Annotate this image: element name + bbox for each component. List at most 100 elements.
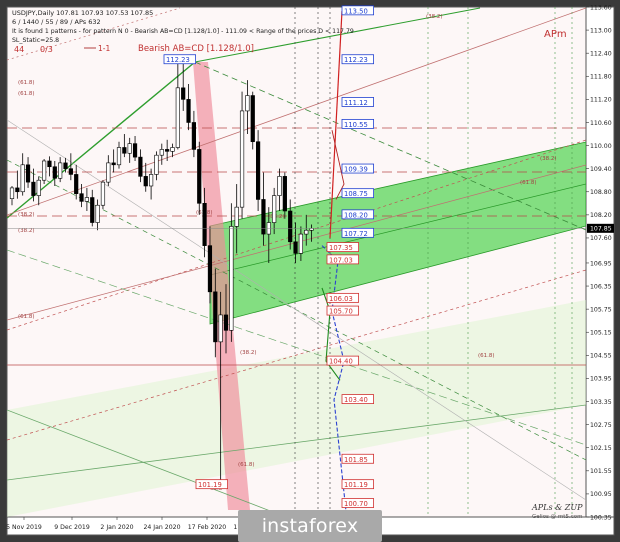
- signature-line-2: Gelios @ mt5.com: [532, 514, 582, 520]
- candle-body-45: [250, 95, 255, 143]
- candle-body-11: [68, 168, 73, 175]
- chart-frame: (61.8) (61.8) (38.2) (38.2) (61.8) (61.8) (38.…: [0, 0, 620, 542]
- header-line-3: It is found 1 patterns - for pattern N 0…: [12, 28, 354, 35]
- header-line-2: 6 / 1440 / 55 / 89 / APs 632: [12, 18, 101, 26]
- candle-body-4: [31, 181, 36, 196]
- y-tick-label-19: 102.15: [590, 445, 612, 452]
- candle-body-52: [288, 210, 293, 243]
- candle-body-6: [41, 160, 47, 181]
- y-tick-label-12: 106.35: [590, 283, 612, 290]
- fib-label-11: (61.8): [520, 180, 537, 186]
- y-tick-label-2: 112.40: [590, 50, 612, 57]
- y-tick-label-18: 102.75: [590, 422, 612, 429]
- y-tick-label-21: 100.95: [590, 491, 612, 498]
- candle-body-40: [223, 314, 229, 331]
- y-tick-label-11: 106.95: [590, 260, 612, 267]
- red-level-label-4: 104.40: [329, 358, 353, 366]
- candle-body-17: [100, 181, 106, 206]
- fib-label-0: (61.8): [18, 80, 35, 86]
- watermark-badge: instaforex: [238, 510, 382, 542]
- candle-body-34: [191, 122, 197, 150]
- candle-body-7: [47, 160, 52, 168]
- x-tick-label-3: 24 Jan 2020: [143, 524, 180, 531]
- candle-body-23: [132, 143, 138, 158]
- fib-label-4: (61.8): [18, 314, 35, 320]
- legend-line-label: 1-1: [98, 44, 110, 53]
- candle-body-55: [304, 229, 309, 235]
- y-tick-label-3: 111.80: [590, 74, 612, 81]
- candle-body-37: [207, 245, 213, 293]
- red-level-label-1: 107.03: [329, 256, 353, 264]
- candle-body-39: [218, 314, 223, 343]
- peak-level-label: 112.23: [166, 56, 190, 64]
- fib-label-6: (38.2): [268, 214, 285, 220]
- candle-body-46: [255, 141, 261, 200]
- y-tick-label-16: 103.95: [590, 376, 612, 383]
- current-price-label: 107.85: [590, 226, 612, 233]
- candle-body-18: [106, 162, 111, 183]
- blue-level-label-6: 108.20: [344, 211, 368, 219]
- candle-body-22: [127, 143, 132, 154]
- candle-body-2: [20, 164, 25, 193]
- y-tick-label-9: 108.20: [590, 212, 612, 219]
- candle-body-33: [186, 99, 191, 123]
- blue-level-label-5: 108.75: [344, 190, 368, 198]
- candle-body-56: [309, 228, 314, 231]
- signature: APLs & ZUP Gelios @ mt5.com: [531, 503, 583, 520]
- signature-line-1: APLs & ZUP: [531, 503, 583, 512]
- apm-label: APm: [544, 29, 567, 40]
- fib-label-7: (38.2): [240, 350, 257, 356]
- red-level-label-2: 106.03: [329, 295, 353, 303]
- red-level-label-3: 105.70: [329, 308, 353, 316]
- fib-label-10: (38.2): [540, 156, 557, 162]
- blue-level-label-4: 109.39: [344, 166, 368, 174]
- header-line-1: USDJPY,Daily 107.81 107.93 107.53 107.85: [12, 9, 153, 17]
- x-tick-label-1: 9 Dec 2019: [54, 524, 90, 531]
- candle-body-28: [159, 149, 164, 156]
- candle-body-24: [138, 156, 143, 177]
- candle-body-16: [95, 204, 100, 223]
- counts-left: 44: [14, 45, 24, 54]
- y-tick-label-6: 110.00: [590, 143, 612, 150]
- y-tick-label-0: 113.60: [590, 4, 612, 11]
- candle-body-1: [15, 187, 20, 193]
- candle-body-10: [63, 162, 68, 169]
- blue-level-label-1: 112.23: [344, 56, 368, 64]
- candle-body-27: [154, 154, 159, 175]
- red-level-label-7: 101.19: [344, 481, 368, 489]
- y-tick-label-8: 108.80: [590, 189, 612, 196]
- candle-body-15: [90, 197, 95, 223]
- candle-body-41: [229, 226, 234, 331]
- counts-right: 0/3: [40, 45, 53, 54]
- candle-body-53: [293, 241, 298, 254]
- candle-body-12: [74, 174, 79, 194]
- candle-body-19: [111, 162, 116, 166]
- candle-body-50: [277, 176, 282, 196]
- y-tick-label-10: 107.60: [590, 235, 612, 242]
- candle-body-49: [272, 195, 277, 223]
- candle-body-14: [84, 197, 89, 202]
- candle-body-54: [298, 233, 304, 254]
- candle-body-44: [245, 95, 250, 112]
- candle-body-20: [116, 147, 122, 166]
- y-tick-label-4: 111.20: [590, 97, 612, 104]
- price-chart: (61.8) (61.8) (38.2) (38.2) (61.8) (61.8) (38.…: [6, 4, 615, 536]
- candle-body-5: [36, 179, 41, 196]
- candle-body-8: [52, 166, 57, 179]
- candle-body-26: [149, 174, 154, 187]
- candle-body-43: [239, 110, 245, 208]
- y-tick-label-13: 105.75: [590, 306, 612, 313]
- candle-body-25: [143, 176, 148, 187]
- red-level-label-0: 107.35: [329, 244, 353, 252]
- candle-body-38: [213, 291, 218, 343]
- fib-label-1: (61.8): [18, 91, 35, 97]
- header-line-4: SL_Static=25.8: [12, 37, 59, 44]
- low-level-label: 101.19: [198, 481, 222, 489]
- fib-label-12: (61.8): [238, 462, 255, 468]
- watermark-text: instaforex: [261, 515, 359, 537]
- fib-label-2: (38.2): [18, 212, 35, 218]
- candle-body-31: [175, 87, 180, 148]
- red-level-label-5: 103.40: [344, 396, 368, 404]
- blue-level-label-7: 107.72: [344, 230, 368, 238]
- red-level-label-8: 100.70: [344, 500, 368, 508]
